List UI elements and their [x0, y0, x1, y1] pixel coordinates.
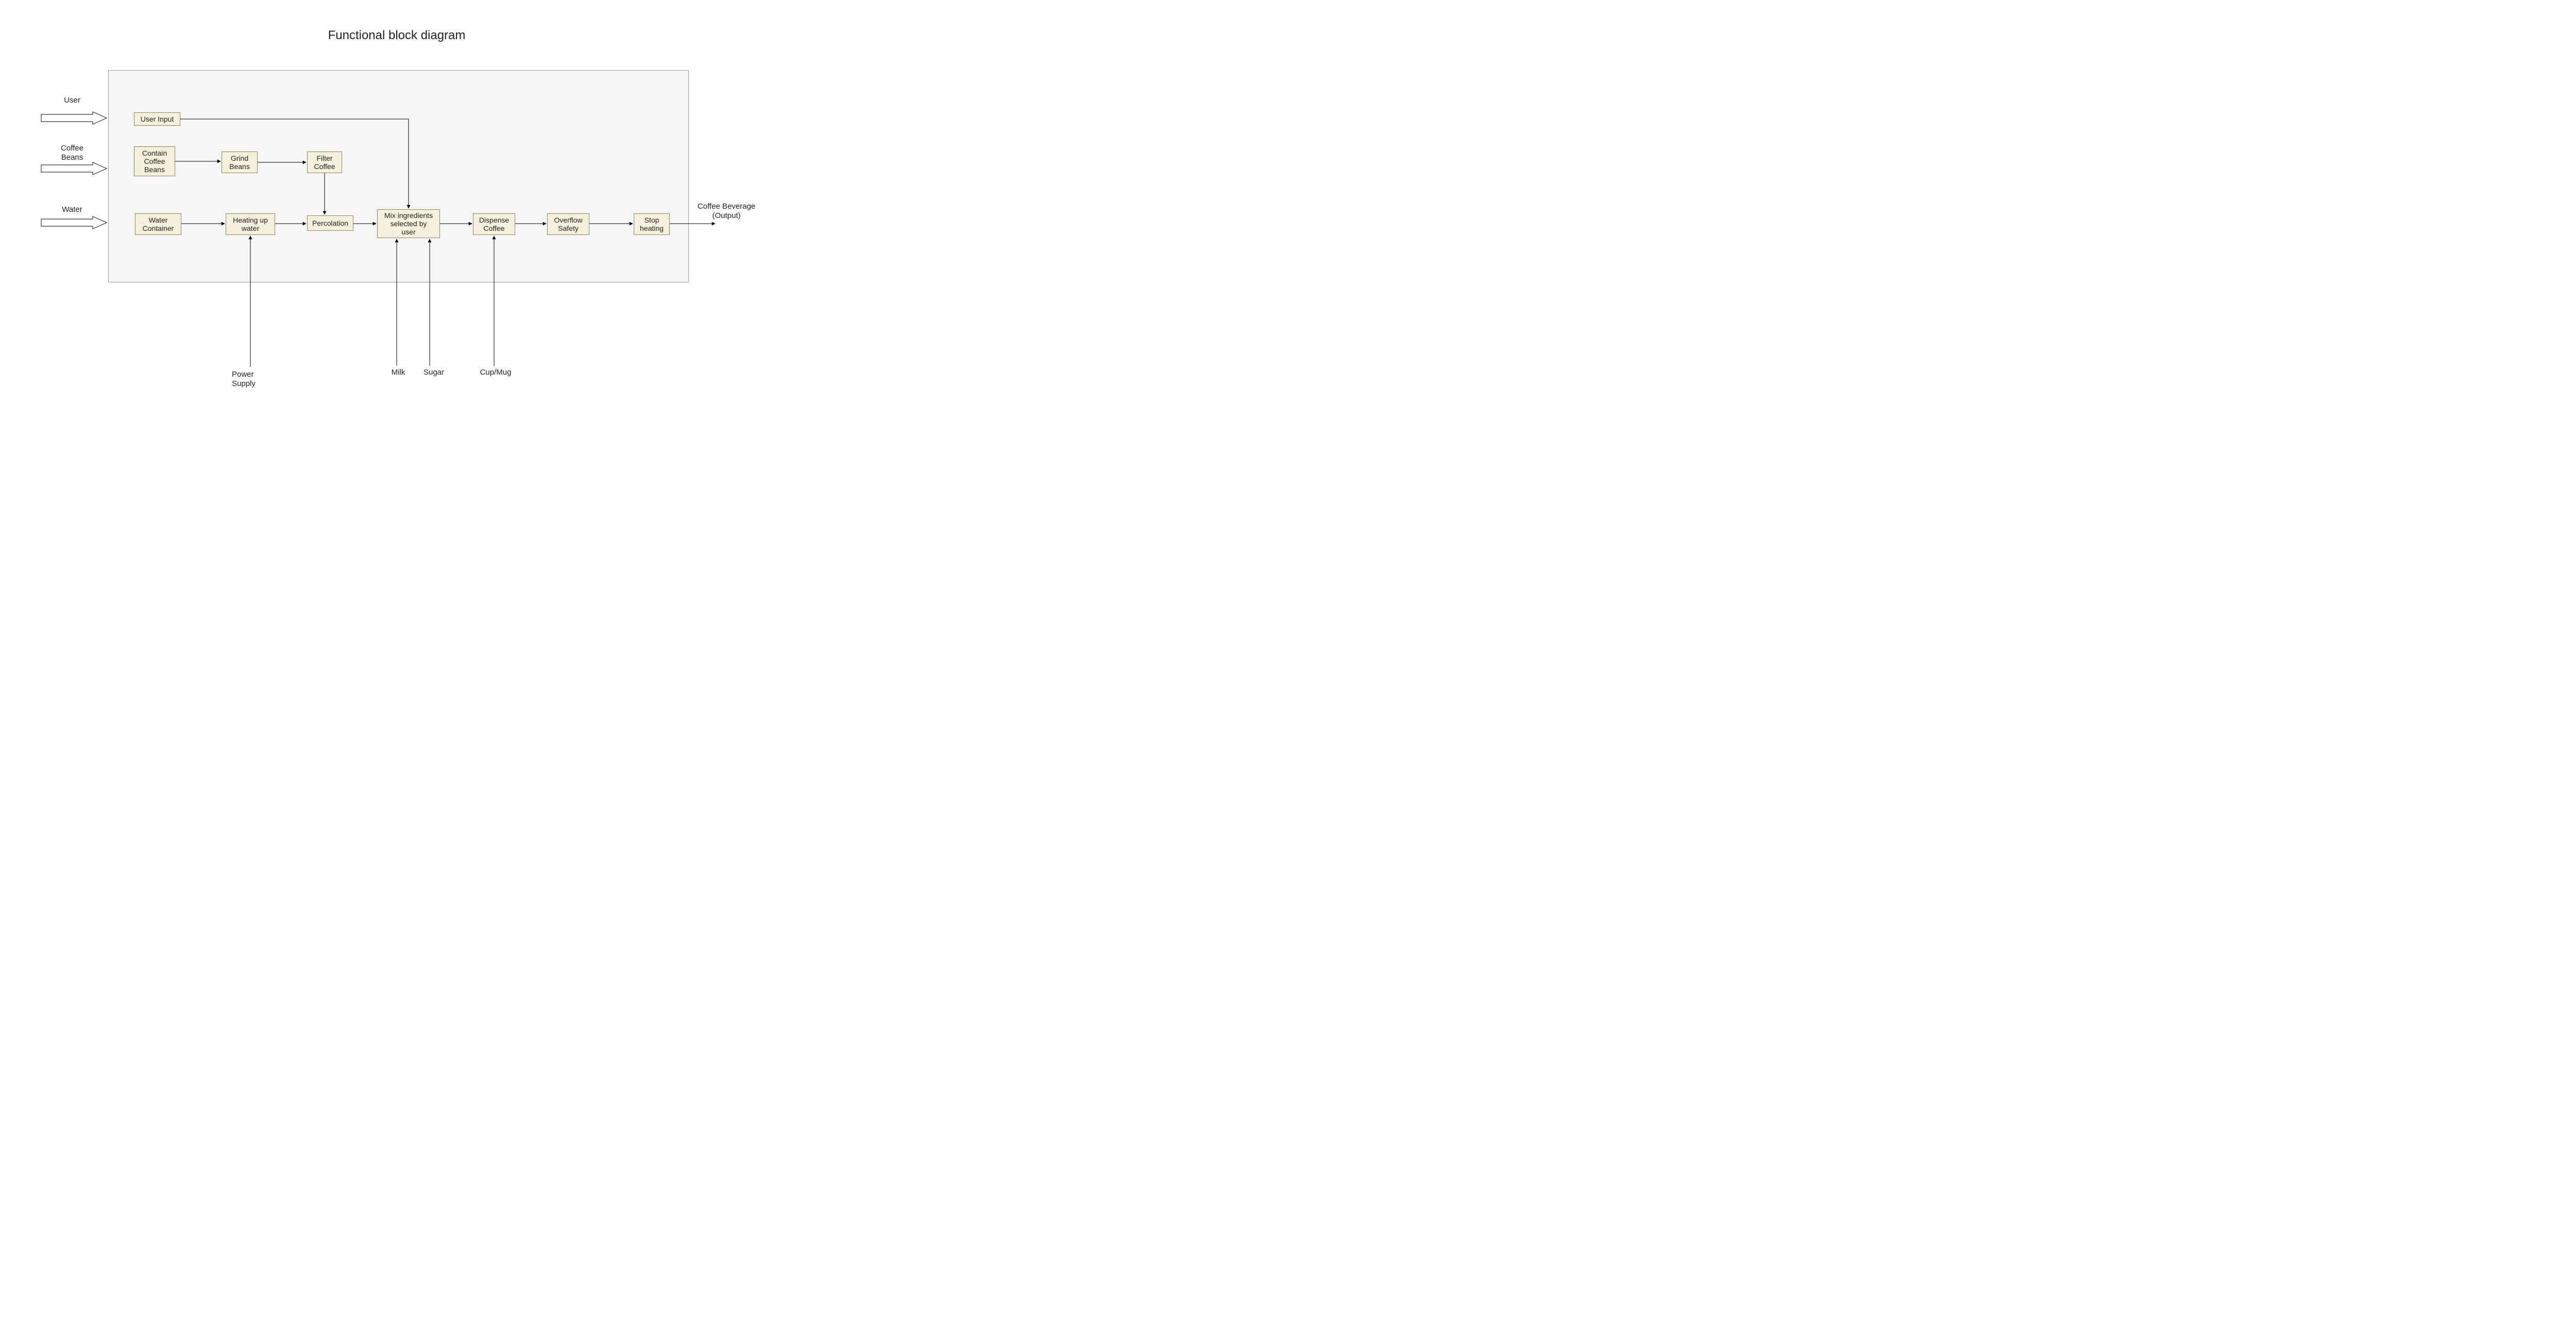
block-water-container: Water Container [135, 213, 181, 235]
input-cup-label: Cup/Mug [475, 368, 516, 377]
diagram-canvas: Functional block diagram User Coffee Bea… [0, 0, 793, 407]
input-water-arrow [41, 216, 107, 229]
input-user-arrow [41, 112, 107, 124]
block-heating: Heating up water [226, 213, 275, 235]
input-sugar-label: Sugar [418, 368, 449, 377]
input-user-label: User [52, 96, 93, 105]
system-boundary [108, 70, 689, 282]
input-coffee-beans-label: Coffee Beans [52, 144, 93, 162]
input-coffee-beans-arrow [41, 162, 107, 175]
block-grind-beans: Grind Beans [222, 152, 258, 173]
block-contain-beans: Contain Coffee Beans [134, 146, 175, 176]
input-power-supply-label: Power Supply [232, 370, 273, 389]
input-water-label: Water [52, 205, 93, 214]
output-label: Coffee Beverage (Output) [693, 202, 760, 221]
block-mix: Mix ingredients selected by user [377, 209, 440, 238]
input-milk-label: Milk [385, 368, 411, 377]
diagram-title: Functional block diagram [0, 28, 793, 43]
block-dispense: Dispense Coffee [473, 213, 515, 235]
block-percolation: Percolation [307, 215, 353, 231]
block-filter-coffee: Filter Coffee [307, 152, 342, 173]
block-stop-heating: Stop heating [634, 213, 670, 235]
block-overflow: Overflow Safety [547, 213, 589, 235]
block-user-input: User Input [134, 112, 180, 126]
